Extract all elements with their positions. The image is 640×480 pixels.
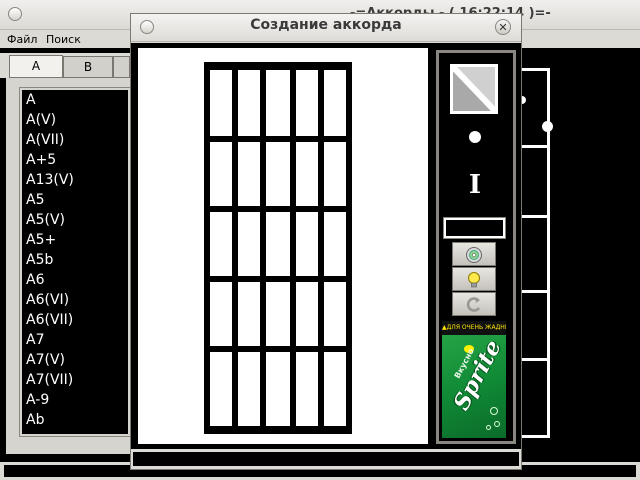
- fretboard-cell: [238, 352, 260, 426]
- menu-search[interactable]: Поиск: [46, 33, 81, 46]
- tab-c[interactable]: [113, 56, 130, 78]
- fretboard-cell: [324, 212, 346, 276]
- bubble-icon: [494, 421, 500, 427]
- fret-line: [522, 290, 550, 293]
- fretboard-cell: [296, 352, 318, 426]
- menu-file[interactable]: Файл: [7, 33, 37, 46]
- fretboard-cell: [238, 212, 260, 276]
- refresh-icon[interactable]: [452, 292, 496, 316]
- bubble-icon: [486, 425, 491, 430]
- finger-dot: [542, 121, 553, 132]
- fretboard-cell: [210, 352, 232, 426]
- list-item[interactable]: A-9: [26, 392, 49, 408]
- fretboard-cell: [210, 70, 232, 136]
- fretboard-cell: [324, 142, 346, 206]
- fretboard-cell: [324, 70, 346, 136]
- sprite-advertisement[interactable]: ▲ДЛЯ ОЧЕНЬ ЖАДНЫХ▲ Вкусно Sprite: [442, 321, 506, 438]
- finger-dot-tool-icon[interactable]: [469, 131, 481, 143]
- fretboard-cell: [210, 282, 232, 346]
- list-item[interactable]: A5+: [26, 232, 56, 248]
- lightbulb-icon[interactable]: [452, 267, 496, 291]
- list-item[interactable]: A13(V): [26, 172, 74, 188]
- fretboard-cell: [266, 70, 290, 136]
- fret-line: [522, 358, 550, 361]
- dialog-title: Создание аккорда: [250, 17, 402, 33]
- list-item[interactable]: A: [26, 92, 36, 108]
- list-item[interactable]: A7(V): [26, 352, 65, 368]
- list-item[interactable]: A6: [26, 272, 44, 288]
- chord-list[interactable]: A A(V) A(VII) A+5 A13(V) A5 A5(V) A5+ A5…: [19, 87, 131, 437]
- tab-b[interactable]: B: [63, 56, 113, 78]
- fretboard-cell: [266, 282, 290, 346]
- chord-name-input[interactable]: [443, 217, 506, 239]
- ad-banner: ▲ДЛЯ ОЧЕНЬ ЖАДНЫХ▲: [442, 321, 506, 335]
- list-item[interactable]: A6(VII): [26, 312, 73, 328]
- window-menu-button[interactable]: [8, 7, 22, 21]
- tab-a[interactable]: A: [9, 55, 63, 78]
- fret-line: [522, 145, 550, 148]
- fretboard-cell: [324, 282, 346, 346]
- fretboard-cell: [324, 352, 346, 426]
- list-item[interactable]: A5: [26, 192, 44, 208]
- list-item[interactable]: Ab: [26, 412, 44, 428]
- dialog-status-field: [133, 452, 519, 466]
- dialog-menu-button[interactable]: [140, 20, 154, 34]
- list-item[interactable]: A(V): [26, 112, 56, 128]
- list-item[interactable]: A7: [26, 332, 44, 348]
- fretboard-cell: [266, 142, 290, 206]
- fretboard-cell: [238, 282, 260, 346]
- fretboard-cell: [296, 212, 318, 276]
- fretboard-cell: [266, 352, 290, 426]
- ad-brand: Sprite: [448, 335, 506, 415]
- list-item[interactable]: A+5: [26, 152, 56, 168]
- close-icon[interactable]: ✕: [495, 19, 511, 35]
- bubble-icon: [490, 407, 498, 415]
- fretboard-cell: [296, 142, 318, 206]
- fretboard-cell: [266, 212, 290, 276]
- list-item[interactable]: A6(VI): [26, 292, 69, 308]
- fret-line: [522, 215, 550, 218]
- fretboard-cell: [210, 212, 232, 276]
- fretboard-cell: [296, 282, 318, 346]
- string-tool-icon[interactable]: [450, 64, 498, 114]
- fretboard-cell: [210, 142, 232, 206]
- chord-editor-fretboard[interactable]: [204, 62, 352, 434]
- list-item[interactable]: A7(VII): [26, 372, 73, 388]
- fretboard-cell: [296, 70, 318, 136]
- fretboard-cell: [238, 142, 260, 206]
- list-item[interactable]: A5b: [26, 252, 53, 268]
- save-icon[interactable]: [452, 242, 496, 266]
- list-item[interactable]: A5(V): [26, 212, 65, 228]
- list-item[interactable]: A(VII): [26, 132, 64, 148]
- text-cursor-tool-icon[interactable]: I: [465, 172, 485, 198]
- fretboard-cell: [238, 70, 260, 136]
